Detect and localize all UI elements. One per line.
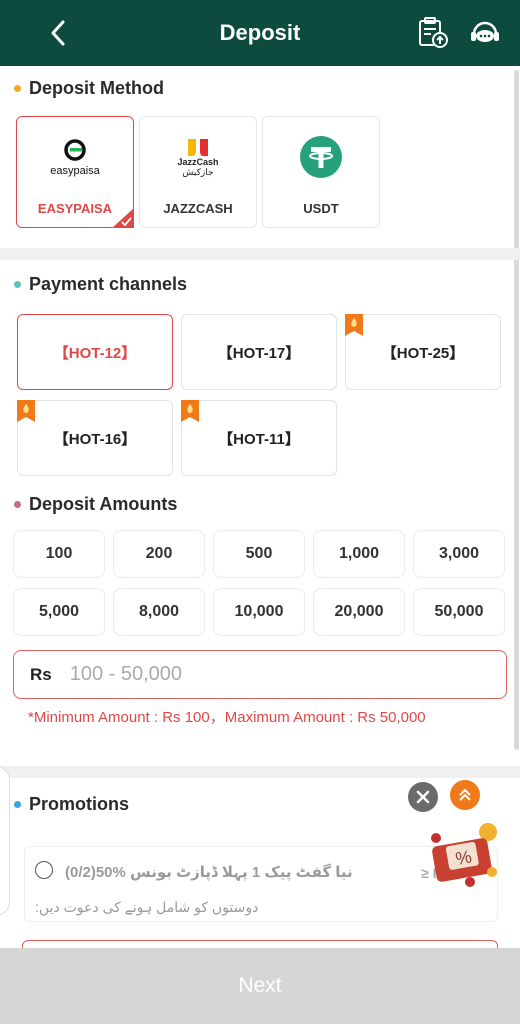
section-divider xyxy=(0,248,520,260)
method-usdt[interactable]: USDT xyxy=(262,116,380,228)
channel-hot-12[interactable]: 【HOT-12】 xyxy=(17,314,173,390)
method-label: JAZZCASH xyxy=(163,201,233,216)
amount-input-box: Rs xyxy=(13,650,507,699)
gift-promo-icon[interactable]: % xyxy=(426,818,502,890)
scrollbar[interactable] xyxy=(514,70,519,750)
deposit-method-heading: Deposit Method xyxy=(14,78,164,99)
close-icon xyxy=(416,790,430,804)
method-easypaisa[interactable]: easypaisa EASYPAISA xyxy=(16,116,134,228)
amount-input[interactable] xyxy=(69,663,470,686)
back-arrow-icon[interactable] xyxy=(44,16,72,50)
promotion-title: (0/2)50% نیا گفٹ پیک 1 پہلا ڈپازٹ بونس xyxy=(65,864,353,881)
currency-label: Rs xyxy=(30,664,52,684)
section-dot xyxy=(14,501,21,508)
scroll-top-button[interactable] xyxy=(450,780,480,810)
section-divider xyxy=(0,766,520,778)
amount-option[interactable]: 3,000 xyxy=(413,530,505,578)
payment-channels-heading: Payment channels xyxy=(14,274,187,295)
jazzcash-logo: JazzCash جازکیش xyxy=(177,127,219,187)
easypaisa-mark-icon xyxy=(64,139,86,161)
promotions-heading: Promotions xyxy=(14,794,129,815)
amount-option[interactable]: 8,000 xyxy=(113,588,205,636)
double-chevron-up-icon xyxy=(459,788,471,801)
svg-text:%: % xyxy=(454,846,473,868)
channel-hot-16[interactable]: 【HOT-16】 xyxy=(17,400,173,476)
jazzcash-mark-icon xyxy=(188,138,208,156)
method-label: EASYPAISA xyxy=(37,201,113,216)
selected-check-icon xyxy=(112,208,134,228)
section-dot xyxy=(14,281,21,288)
amount-option[interactable]: 100 xyxy=(13,530,105,578)
page-title: Deposit xyxy=(219,20,301,45)
deposit-amounts-heading: Deposit Amounts xyxy=(14,494,177,515)
section-dot xyxy=(14,801,21,808)
deposit-record-icon[interactable] xyxy=(416,16,450,50)
amount-option[interactable]: 10,000 xyxy=(213,588,305,636)
channel-hot-25[interactable]: 【HOT-25】 xyxy=(345,314,501,390)
amount-option[interactable]: 5,000 xyxy=(13,588,105,636)
hot-badge-icon xyxy=(17,400,35,422)
hot-badge-icon xyxy=(345,314,363,336)
next-button[interactable]: Next xyxy=(0,948,520,1024)
customer-service-icon[interactable] xyxy=(468,16,502,50)
easypaisa-logo: easypaisa xyxy=(50,127,100,187)
amount-option[interactable]: 1,000 xyxy=(313,530,405,578)
amount-option[interactable]: 500 xyxy=(213,530,305,578)
amount-limit-text: *Minimum Amount : Rs 100，Maximum Amount … xyxy=(28,709,426,726)
promotion-radio[interactable] xyxy=(35,861,53,879)
app-header: Deposit xyxy=(0,0,520,66)
usdt-logo xyxy=(299,127,343,187)
channel-hot-17[interactable]: 【HOT-17】 xyxy=(181,314,337,390)
section-dot xyxy=(14,85,21,92)
tether-icon xyxy=(300,136,342,178)
close-float-button[interactable] xyxy=(408,782,438,812)
channel-hot-11[interactable]: 【HOT-11】 xyxy=(181,400,337,476)
side-drawer-tab[interactable] xyxy=(0,766,10,916)
method-label: USDT xyxy=(303,201,339,216)
method-jazzcash[interactable]: JazzCash جازکیش JAZZCASH xyxy=(139,116,257,228)
amount-option[interactable]: 50,000 xyxy=(413,588,505,636)
amount-option[interactable]: 200 xyxy=(113,530,205,578)
amount-option[interactable]: 20,000 xyxy=(313,588,405,636)
promotion-subtitle: :دوستوں کو شامل ہونے کی دعوت دیں xyxy=(35,899,259,915)
hot-badge-icon xyxy=(181,400,199,422)
